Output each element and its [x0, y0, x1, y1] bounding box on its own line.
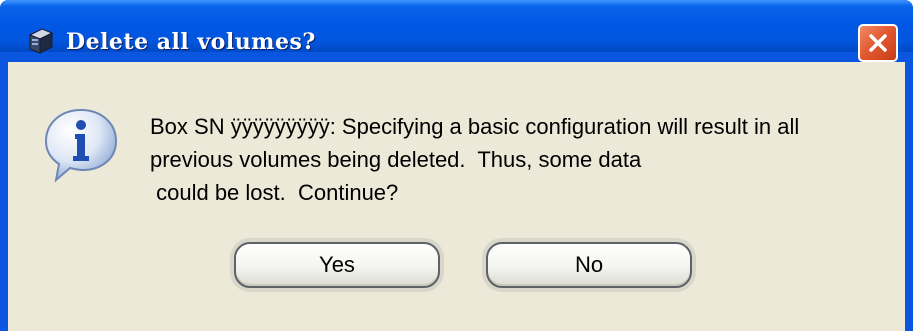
close-icon — [869, 34, 887, 52]
dialog-title: Delete all volumes? — [66, 29, 316, 55]
close-button[interactable] — [858, 24, 898, 62]
dialog-body: Box SN ÿÿÿÿÿÿÿÿÿ: Specifying a basic con… — [8, 62, 905, 331]
title-bar[interactable]: Delete all volumes? — [0, 0, 913, 62]
no-button[interactable]: No — [486, 242, 692, 288]
dialog-window: Delete all volumes? Box SN ÿÿÿÿÿÿÿÿÿ: Sp… — [0, 0, 913, 331]
app-icon — [28, 28, 54, 54]
yes-button[interactable]: Yes — [234, 242, 440, 288]
info-icon — [44, 108, 118, 183]
dialog-message: Box SN ÿÿÿÿÿÿÿÿÿ: Specifying a basic con… — [150, 114, 800, 205]
